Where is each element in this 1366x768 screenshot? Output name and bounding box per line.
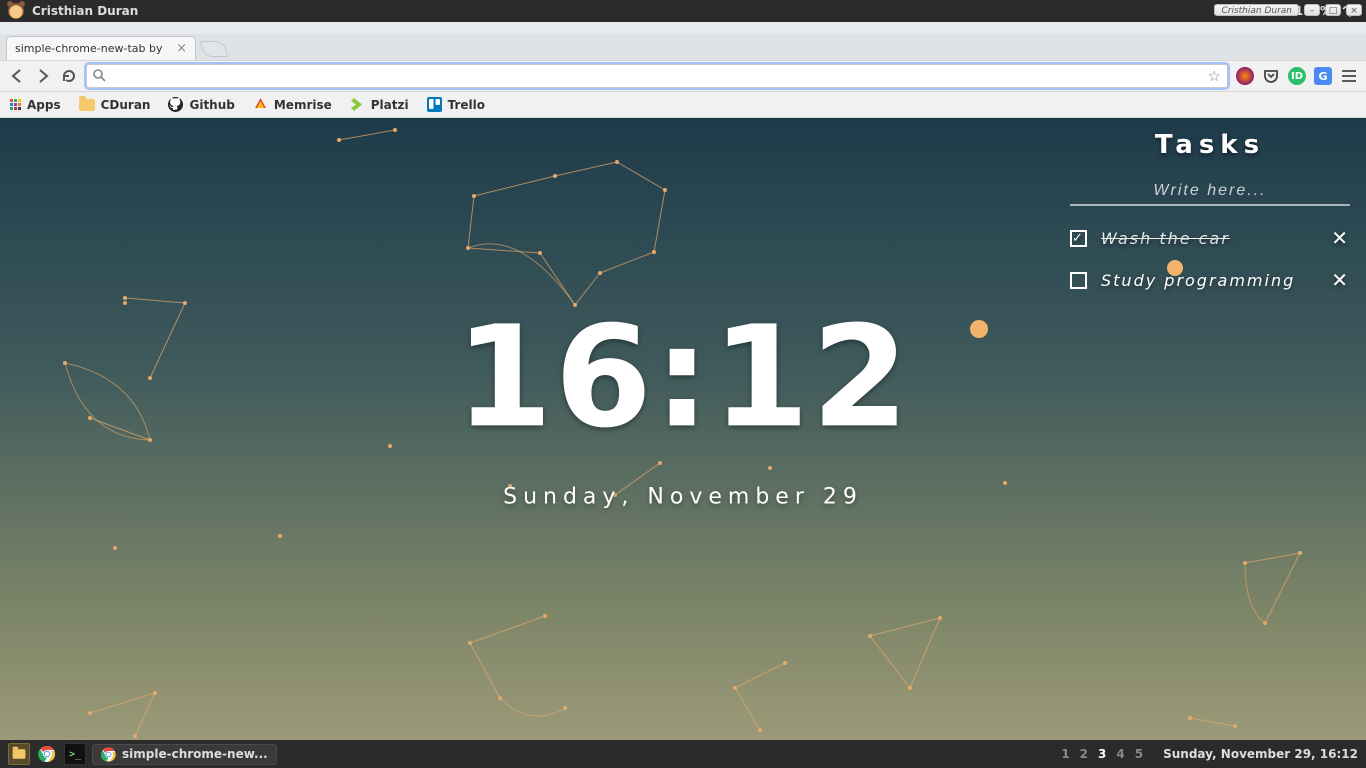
taskbar-datetime[interactable]: Sunday, November 29, 16:12 — [1163, 747, 1358, 761]
tasks-input[interactable] — [1070, 178, 1350, 206]
bookmark-star-icon[interactable]: ☆ — [1208, 67, 1221, 85]
tab-title: simple-chrome-new-tab by — [15, 42, 163, 55]
bookmark-platzi[interactable]: Platzi — [350, 97, 409, 112]
new-tab-page: 16:12 Sunday, November 29 Tasks Wash the… — [0, 118, 1366, 740]
clock-date: Sunday, November 29 — [455, 484, 911, 509]
translate-icon[interactable]: G — [1314, 67, 1332, 85]
window-controls: Cristhian Duran – □ × — [1214, 4, 1362, 16]
extensions: ID G — [1236, 67, 1358, 85]
task-text: Study programming — [1101, 271, 1317, 290]
extension-icon[interactable]: ID — [1288, 67, 1306, 85]
workspace-5[interactable]: 5 — [1135, 747, 1143, 761]
workspace-4[interactable]: 4 — [1116, 747, 1124, 761]
browser-tab[interactable]: simple-chrome-new-tab by × — [6, 36, 196, 60]
task-delete-icon[interactable]: ✕ — [1331, 268, 1350, 292]
task-text: Wash the car — [1101, 229, 1317, 248]
chrome-launcher-icon[interactable] — [36, 743, 58, 765]
memrise-icon — [253, 97, 268, 112]
chrome-menu-button[interactable] — [1340, 68, 1358, 84]
task-item: Study programming ✕ — [1070, 268, 1350, 292]
new-tab-button[interactable] — [199, 41, 228, 57]
bookmark-memrise[interactable]: Memrise — [253, 97, 332, 112]
task-item: Wash the car ✕ — [1070, 226, 1350, 250]
taskbar-window-button[interactable]: simple-chrome-new... — [92, 744, 277, 765]
workspace-1[interactable]: 1 — [1061, 747, 1069, 761]
url-input[interactable] — [112, 69, 1202, 84]
taskbar-window-label: simple-chrome-new... — [122, 747, 268, 761]
toolbar: ☆ ID G — [0, 60, 1366, 92]
pocket-icon[interactable] — [1262, 67, 1280, 85]
system-taskbar: >_ simple-chrome-new... 12345 Sunday, No… — [0, 740, 1366, 768]
tab-close-icon[interactable]: × — [176, 41, 187, 56]
window-close-button[interactable]: × — [1346, 4, 1362, 16]
reload-button[interactable] — [60, 67, 78, 85]
extension-icon[interactable] — [1236, 67, 1254, 85]
clock-widget: 16:12 Sunday, November 29 — [455, 308, 911, 509]
task-delete-icon[interactable]: ✕ — [1331, 226, 1350, 250]
workspace-3[interactable]: 3 — [1098, 747, 1106, 761]
user-label[interactable]: Cristhian Duran — [32, 4, 138, 18]
bookmark-apps[interactable]: Apps — [10, 98, 61, 112]
workspace-switcher: 12345 — [1061, 747, 1143, 761]
window-caption: Cristhian Duran — [1214, 4, 1299, 16]
back-button[interactable] — [8, 67, 26, 85]
folder-icon — [79, 99, 95, 111]
window-minimize-button[interactable]: – — [1304, 4, 1320, 16]
clock-time: 16:12 — [455, 308, 911, 448]
window-maximize-button[interactable]: □ — [1325, 4, 1341, 16]
trello-icon — [427, 97, 442, 112]
search-icon — [93, 67, 106, 86]
task-list: Wash the car ✕ Study programming ✕ — [1070, 226, 1350, 292]
tasks-panel: Tasks Wash the car ✕ Study programming ✕ — [1070, 130, 1350, 292]
forward-button[interactable] — [34, 67, 52, 85]
terminal-launcher-icon[interactable]: >_ — [64, 743, 86, 765]
task-checkbox[interactable] — [1070, 272, 1087, 289]
os-menu-icon[interactable] — [8, 3, 24, 19]
github-icon — [168, 97, 183, 112]
workspace-2[interactable]: 2 — [1080, 747, 1088, 761]
tasks-heading: Tasks — [1070, 130, 1350, 160]
system-top-bar: Cristhian Duran 100% — [0, 0, 1366, 22]
bookmark-github[interactable]: Github — [168, 97, 234, 112]
address-bar[interactable]: ☆ — [86, 64, 1228, 88]
task-checkbox[interactable] — [1070, 230, 1087, 247]
apps-grid-icon — [10, 99, 21, 110]
files-launcher-icon[interactable] — [8, 743, 30, 765]
bookmarks-bar: Apps CDuran Github Memrise Platzi Trello — [0, 92, 1366, 118]
platzi-icon — [350, 97, 365, 112]
chrome-icon — [101, 747, 116, 762]
browser-window: Cristhian Duran – □ × simple-chrome-new-… — [0, 22, 1366, 740]
particle-dot — [970, 320, 988, 338]
tab-strip: simple-chrome-new-tab by × — [0, 34, 1366, 60]
bookmark-cduran[interactable]: CDuran — [79, 98, 151, 112]
bookmark-trello[interactable]: Trello — [427, 97, 485, 112]
